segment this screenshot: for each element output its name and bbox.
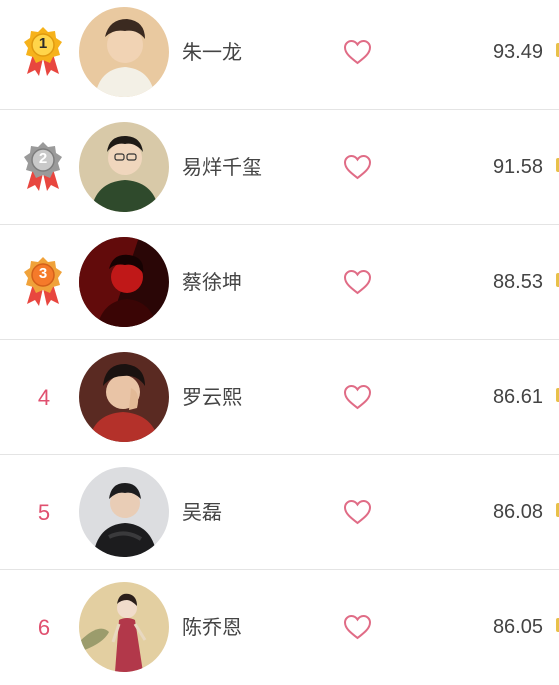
avatar[interactable] xyxy=(79,237,169,327)
like-button[interactable] xyxy=(343,614,372,641)
score: 86.61 xyxy=(492,386,543,408)
gold-medal-icon: 1 xyxy=(23,26,63,78)
bronze-medal-icon: 3 xyxy=(23,256,63,308)
heart-outline-icon xyxy=(343,154,372,180)
heart-outline-icon xyxy=(343,614,372,640)
rank-number: 6 xyxy=(37,615,51,640)
ranking-row[interactable]: 6 陈乔恩 86.05 xyxy=(0,570,559,685)
medal-number: 3 xyxy=(38,265,48,282)
ranking-row[interactable]: 2 易烊千玺 91.58 xyxy=(0,110,559,225)
score: 93.49 xyxy=(492,41,543,63)
heart-outline-icon xyxy=(343,499,372,525)
star-name[interactable]: 蔡徐坤 xyxy=(182,225,242,340)
ranking-list: 1 朱一龙 93.49 2 易烊千玺 91.58 3 蔡徐坤 88.53 4 罗… xyxy=(0,0,559,685)
heart-outline-icon xyxy=(343,384,372,410)
like-button[interactable] xyxy=(343,154,372,181)
heart-outline-icon xyxy=(343,269,372,295)
star-name[interactable]: 陈乔恩 xyxy=(182,570,242,685)
star-name[interactable]: 易烊千玺 xyxy=(182,110,262,225)
score: 88.53 xyxy=(492,271,543,293)
score: 91.58 xyxy=(492,156,543,178)
like-button[interactable] xyxy=(343,499,372,526)
avatar[interactable] xyxy=(79,122,169,212)
ranking-row[interactable]: 3 蔡徐坤 88.53 xyxy=(0,225,559,340)
star-name[interactable]: 朱一龙 xyxy=(182,0,242,110)
avatar[interactable] xyxy=(79,352,169,442)
score: 86.05 xyxy=(492,616,543,638)
medal-number: 2 xyxy=(38,150,48,167)
ranking-row[interactable]: 1 朱一龙 93.49 xyxy=(0,0,559,110)
like-button[interactable] xyxy=(343,269,372,296)
avatar[interactable] xyxy=(79,467,169,557)
score: 86.08 xyxy=(492,501,543,523)
rank-number: 4 xyxy=(37,385,51,410)
star-name[interactable]: 吴磊 xyxy=(182,455,222,570)
silver-medal-icon: 2 xyxy=(23,141,63,193)
like-button[interactable] xyxy=(343,39,372,66)
medal-number: 1 xyxy=(38,35,48,52)
rank-number: 5 xyxy=(37,500,51,525)
ranking-row[interactable]: 4 罗云熙 86.61 xyxy=(0,340,559,455)
like-button[interactable] xyxy=(343,384,372,411)
ranking-row[interactable]: 5 吴磊 86.08 xyxy=(0,455,559,570)
avatar[interactable] xyxy=(79,582,169,672)
avatar[interactable] xyxy=(79,7,169,97)
star-name[interactable]: 罗云熙 xyxy=(182,340,242,455)
heart-outline-icon xyxy=(343,39,372,65)
